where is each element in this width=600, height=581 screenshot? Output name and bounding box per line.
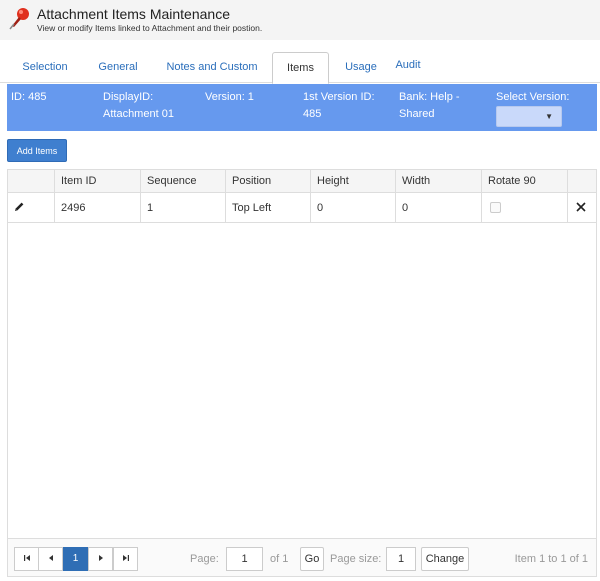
select-version-dropdown[interactable]: ▼ bbox=[496, 106, 562, 127]
edit-cell bbox=[8, 193, 54, 222]
page-header: Attachment Items Maintenance View or mod… bbox=[0, 0, 600, 40]
display-id-label: DisplayID: bbox=[103, 91, 154, 103]
select-version-label: Select Version: bbox=[496, 91, 570, 103]
bank-value: Shared bbox=[399, 108, 435, 120]
sequence-cell: 1 bbox=[140, 193, 225, 222]
tab-items[interactable]: Items bbox=[272, 52, 329, 84]
first-version-label: 1st Version ID: bbox=[303, 91, 375, 103]
last-page-icon bbox=[122, 555, 129, 562]
col-item-id-header[interactable]: Item ID bbox=[54, 170, 140, 192]
height-cell: 0 bbox=[310, 193, 395, 222]
pencil-icon[interactable] bbox=[13, 201, 25, 213]
page-1-button[interactable]: 1 bbox=[63, 547, 88, 571]
prev-page-icon bbox=[48, 555, 53, 562]
tab-general[interactable]: General bbox=[86, 52, 150, 83]
page-subtitle: View or modify Items linked to Attachmen… bbox=[37, 23, 263, 33]
change-button[interactable]: Change bbox=[421, 547, 469, 571]
attachment-id: ID: 485 bbox=[11, 91, 47, 103]
tab-bar: Selection General Notes and Custom Items… bbox=[0, 50, 600, 84]
chevron-down-icon: ▼ bbox=[545, 112, 553, 121]
pager: 1 Page: 1 of 1 Go Page size: 1 Change It… bbox=[8, 538, 596, 576]
page-size-label: Page size: bbox=[330, 553, 382, 565]
display-id-value: Attachment 01 bbox=[103, 108, 174, 120]
rotate90-cell bbox=[481, 193, 567, 222]
col-position-header[interactable]: Position bbox=[225, 170, 310, 192]
col-rotate90-header[interactable]: Rotate 90 bbox=[481, 170, 567, 192]
pushpin-icon bbox=[9, 8, 29, 30]
close-icon[interactable] bbox=[576, 202, 586, 212]
first-page-button[interactable] bbox=[14, 547, 39, 571]
rotate90-checkbox[interactable] bbox=[490, 201, 501, 213]
tab-audit[interactable]: Audit bbox=[389, 50, 427, 81]
tab-usage[interactable]: Usage bbox=[338, 52, 384, 83]
width-cell: 0 bbox=[395, 193, 481, 222]
pager-summary: Item 1 to 1 of 1 bbox=[514, 553, 588, 565]
col-edit-header bbox=[8, 170, 54, 192]
next-page-icon bbox=[98, 555, 103, 562]
col-delete-header bbox=[567, 170, 596, 192]
tab-selection[interactable]: Selection bbox=[8, 52, 82, 83]
table-row: 2496 1 Top Left 0 0 bbox=[8, 193, 596, 223]
next-page-button[interactable] bbox=[88, 547, 113, 571]
add-items-button[interactable]: Add Items bbox=[7, 139, 67, 162]
version: Version: 1 bbox=[205, 91, 254, 103]
attachment-info-bar: ID: 485 DisplayID: Attachment 01 Version… bbox=[7, 84, 597, 131]
page-count-label: of 1 bbox=[270, 553, 289, 565]
position-cell: Top Left bbox=[225, 193, 310, 222]
last-page-button[interactable] bbox=[113, 547, 138, 571]
delete-cell bbox=[567, 193, 596, 222]
page-label: Page: bbox=[190, 553, 219, 565]
first-page-icon bbox=[23, 555, 30, 562]
item-id-cell: 2496 bbox=[54, 193, 140, 222]
page-title: Attachment Items Maintenance bbox=[37, 6, 230, 22]
bank-label: Bank: Help - bbox=[399, 91, 460, 103]
page-size-input[interactable]: 1 bbox=[386, 547, 416, 571]
col-sequence-header[interactable]: Sequence bbox=[140, 170, 225, 192]
tab-notes-and-custom[interactable]: Notes and Custom bbox=[160, 52, 264, 83]
grid-header-row: Item ID Sequence Position Height Width R… bbox=[8, 170, 596, 193]
col-width-header[interactable]: Width bbox=[395, 170, 481, 192]
prev-page-button[interactable] bbox=[38, 547, 63, 571]
first-version-value: 485 bbox=[303, 108, 322, 120]
items-grid: Item ID Sequence Position Height Width R… bbox=[7, 169, 597, 577]
page-number-input[interactable]: 1 bbox=[226, 547, 263, 571]
go-button[interactable]: Go bbox=[300, 547, 324, 571]
col-height-header[interactable]: Height bbox=[310, 170, 395, 192]
